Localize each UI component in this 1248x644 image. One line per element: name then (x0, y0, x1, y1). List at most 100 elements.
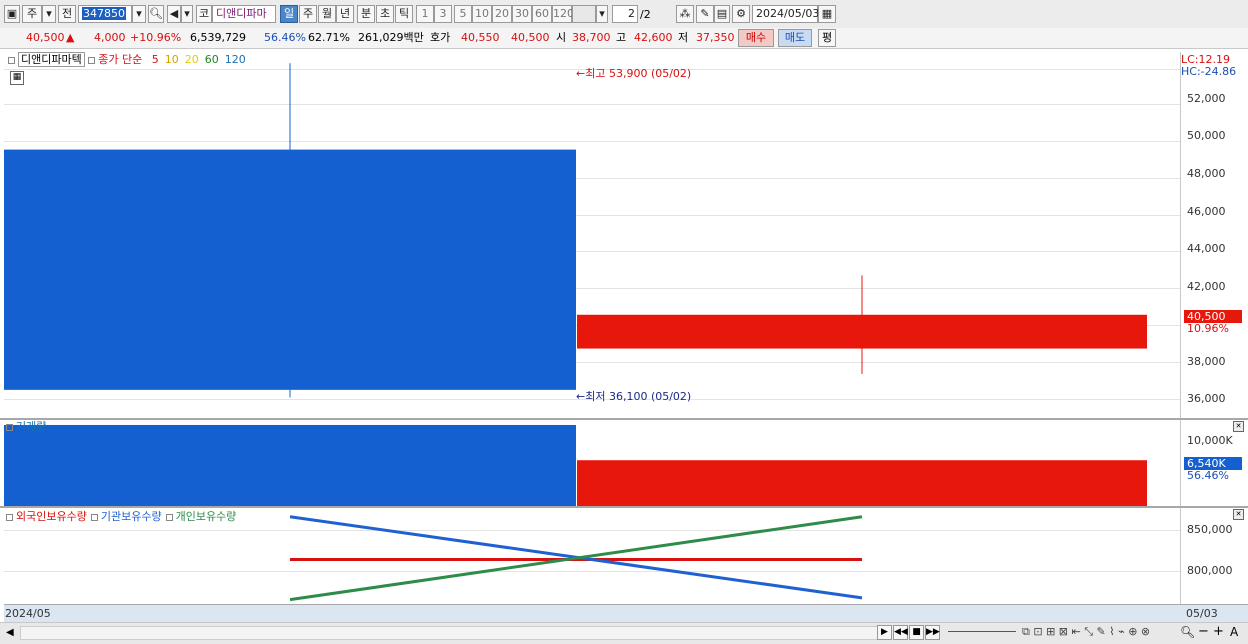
low-price: 37,350 (696, 31, 735, 44)
play-icon[interactable]: ▶ (877, 625, 892, 640)
calendar-icon[interactable]: ▦ (818, 5, 836, 23)
high-label: 고 (616, 31, 627, 44)
date-axis-right: 05/03 (1186, 607, 1218, 620)
stock-name-field[interactable]: 디앤디파마 (212, 5, 276, 23)
table-icon[interactable]: ▦ (10, 71, 24, 85)
volume-ratio: 56.46% (264, 31, 306, 44)
stop-icon[interactable]: ■ (909, 625, 924, 640)
interval-button[interactable]: 30 (512, 5, 532, 23)
price-chart[interactable] (4, 52, 1180, 418)
interval-button[interactable]: 120 (552, 5, 574, 23)
interval-button[interactable]: 1 (416, 5, 434, 23)
trade-amount: 261,029백만 (358, 31, 424, 44)
period-button[interactable]: 분 (357, 5, 375, 23)
zoom-slider[interactable] (948, 631, 1016, 632)
market-select[interactable]: 주 (22, 5, 42, 23)
open-price: 38,700 (572, 31, 611, 44)
zoom-in-icon[interactable]: 🔍︎ (1180, 625, 1195, 639)
period-button[interactable]: 초 (376, 5, 394, 23)
speaker-icon[interactable]: ◀ (167, 5, 181, 23)
legend-square-icon (6, 513, 13, 521)
ma-period-label[interactable]: 120 (225, 53, 246, 66)
candle-body[interactable] (4, 149, 576, 390)
holdings-axis: ✕ 850,000 800,000 (1180, 508, 1245, 604)
draw-tool-icon[interactable]: ✎ (696, 5, 714, 23)
buy-button[interactable]: 매수 (738, 29, 774, 47)
ma-period-label[interactable]: 5 (152, 53, 159, 66)
font-size-icon[interactable]: A (1230, 625, 1238, 639)
period-button[interactable]: 년 (336, 5, 354, 23)
volume-bar[interactable] (577, 460, 1147, 506)
price-tick: 52,000 (1187, 91, 1226, 105)
search-icon[interactable]: 🔍︎ (148, 5, 164, 23)
interval-button[interactable]: 20 (492, 5, 512, 23)
bottom-bar: ◀ ▶ ◀◀ ■ ▶▶ ⧉ ⊡ ⊞ ⊠ ⇤ ⤡ ✎ ⌇ ⌁ ⊕ ⊗ 🔍︎ − +… (0, 622, 1248, 644)
date-input[interactable]: 2024/05/03 (752, 5, 819, 23)
holdings-legend-label[interactable]: 외국인보유수량 (16, 510, 87, 523)
horizontal-scrollbar[interactable] (20, 626, 878, 640)
stock-code-input[interactable]: 347850 (78, 5, 132, 23)
speaker-dropdown-icon[interactable]: ▾ (181, 5, 193, 23)
hoga-label: 호가 (430, 31, 451, 44)
volume-title[interactable]: 거래량 (16, 420, 46, 433)
period-button[interactable]: 주 (299, 5, 317, 23)
page-input[interactable]: 2 (612, 5, 638, 23)
interval-button[interactable]: 5 (454, 5, 472, 23)
price-tick: 38,000 (1187, 354, 1226, 368)
volume-legend: 거래량 (6, 420, 46, 434)
legend-square-icon (165, 513, 173, 521)
interval-input[interactable] (572, 5, 596, 23)
sell-button[interactable]: 매도 (778, 29, 812, 47)
price-tick: 42,000 (1187, 279, 1226, 293)
ma-period-label[interactable]: 10 (165, 53, 179, 66)
legend-ma-label[interactable]: 종가 단순 (98, 53, 142, 66)
interval-dropdown-icon[interactable]: ▾ (596, 5, 608, 23)
period-button[interactable]: 일 (280, 5, 298, 23)
holdings-legend-label[interactable]: 기관보유수량 (101, 510, 162, 523)
holdings-tick: 850,000 (1187, 523, 1233, 536)
last-pct-tag: 10.96% (1187, 322, 1229, 335)
chevron-down-icon[interactable]: ▾ (42, 5, 56, 23)
holdings-tick: 800,000 (1187, 564, 1233, 577)
low-annotation: ←최저 36,100 (05/02) (576, 390, 692, 403)
holdings-legend: 외국인보유수량 기관보유수량 개인보유수량 (6, 510, 240, 524)
period-button[interactable]: 틱 (395, 5, 413, 23)
volume-bar[interactable] (4, 424, 576, 506)
price-tick: 44,000 (1187, 242, 1226, 256)
close-icon[interactable]: ✕ (1233, 509, 1244, 520)
candle-body[interactable] (577, 314, 1147, 349)
volume-chart[interactable] (4, 420, 1180, 506)
date-axis-left: 2024/05 (5, 607, 51, 620)
interval-button[interactable]: 3 (434, 5, 452, 23)
open-label: 시 (556, 31, 567, 44)
code-dropdown-icon[interactable]: ▾ (132, 5, 146, 23)
legend-stock-name[interactable]: 디앤디파마텍 (18, 52, 85, 67)
plus-icon[interactable]: + (1213, 624, 1224, 639)
fast-forward-icon[interactable]: ▶▶ (925, 625, 940, 640)
prev-button[interactable]: 전 (58, 5, 76, 23)
interval-button[interactable]: 10 (472, 5, 492, 23)
interval-button[interactable]: 60 (532, 5, 552, 23)
price-legend: 디앤디파마텍 종가 단순 5 10 20 60 120 (8, 52, 246, 67)
market-prefix[interactable]: 코 (196, 5, 212, 23)
up-arrow-icon: ▲ (66, 31, 75, 44)
volume-panel: 거래량 (4, 420, 1180, 506)
minus-icon[interactable]: − (1198, 624, 1209, 639)
period-button[interactable]: 월 (318, 5, 336, 23)
legend-square-icon (6, 423, 13, 431)
gear-icon[interactable]: ⚙ (732, 5, 750, 23)
scroll-left-icon[interactable]: ◀ (6, 627, 14, 638)
rewind-icon[interactable]: ◀◀ (893, 625, 908, 640)
holdings-legend-label[interactable]: 개인보유수량 (176, 510, 237, 523)
page-total: /2 (640, 8, 651, 21)
chart-tools[interactable]: ⧉ ⊡ ⊞ ⊠ ⇤ ⤡ ✎ ⌇ ⌁ ⊕ ⊗ (1022, 625, 1150, 639)
turnover-rate: 62.71% (308, 31, 350, 44)
low-annotation-text: 최저 36,100 (05/02) (585, 390, 692, 403)
eval-button[interactable]: 평 (818, 29, 836, 47)
ma-period-label[interactable]: 60 (205, 53, 219, 66)
chart-menu-icon[interactable]: ▣ (4, 5, 20, 23)
compare-icon[interactable]: ⁂ (676, 5, 694, 23)
save-icon[interactable]: ▤ (714, 5, 730, 23)
close-icon[interactable]: ✕ (1233, 421, 1244, 432)
ma-period-label[interactable]: 20 (185, 53, 199, 66)
